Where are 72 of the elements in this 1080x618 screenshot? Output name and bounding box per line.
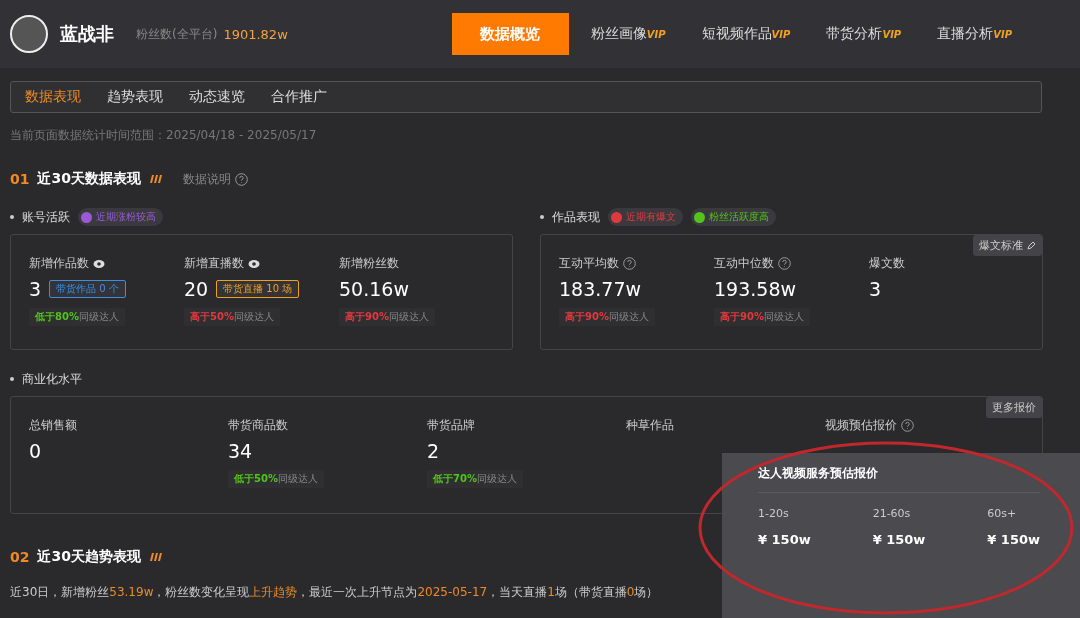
duration-label: 1-20s	[758, 507, 790, 520]
metric-value: 50.16w	[339, 278, 409, 300]
metric-value: 2	[427, 440, 440, 462]
metric-label: 爆文数	[869, 255, 905, 272]
metric-value: 3	[869, 278, 882, 300]
section-title: 近30天数据表现	[37, 170, 141, 188]
metric-label: 新增作品数	[29, 255, 89, 272]
stripes-icon	[148, 174, 163, 184]
metric-label: 新增粉丝数	[339, 255, 399, 272]
metric-value: 34	[228, 440, 253, 462]
status-tag: 近期有爆文	[608, 208, 683, 226]
price-value: ¥ 150w	[872, 532, 926, 547]
status-tag: 粉丝活跃度高	[691, 208, 776, 226]
metric-label: 视频预估报价	[825, 417, 897, 434]
metric-badge: 带货直播 10 场	[216, 280, 300, 298]
sub-tab[interactable]: 数据表现	[25, 88, 81, 106]
stripes-icon	[148, 552, 163, 562]
nav-tab[interactable]: 短视频作品VIP	[683, 13, 809, 55]
more-quotes-button[interactable]: 更多报价	[986, 397, 1042, 418]
comparison-text: 高于90%同级达人	[339, 308, 435, 326]
group-title: 账号活跃	[22, 208, 70, 226]
metric-badge: 带货作品 0 个	[49, 280, 126, 298]
metric-label: 带货商品数	[228, 417, 288, 434]
help-icon[interactable]	[901, 419, 914, 432]
metric-label: 互动中位数	[714, 255, 774, 272]
date-range-text: 当前页面数据统计时间范围：2025/04/18 - 2025/05/17	[10, 127, 318, 144]
metric-label: 总销售额	[29, 417, 77, 434]
metric-label: 互动平均数	[559, 255, 619, 272]
comparison-text: 高于90%同级达人	[714, 308, 810, 326]
metric-value: 193.58w	[714, 278, 797, 300]
eye-icon	[248, 258, 260, 269]
group-title: 作品表现	[552, 208, 600, 226]
standard-button[interactable]: 爆文标准	[973, 235, 1042, 256]
help-icon[interactable]	[778, 257, 791, 270]
help-icon[interactable]	[234, 172, 248, 186]
metric-value: 183.77w	[559, 278, 642, 300]
fans-count: 1901.82w	[223, 26, 288, 42]
price-value: ¥ 150w	[987, 532, 1040, 547]
nav-tab[interactable]: 直播分析VIP	[919, 13, 1030, 55]
nav-tab[interactable]: 粉丝画像VIP	[572, 13, 684, 55]
metric-label: 种草作品	[626, 417, 674, 434]
account-name: 蓝战非	[60, 22, 114, 46]
section-number: 01	[10, 171, 30, 187]
metric-value: 3	[29, 278, 42, 300]
sub-tab[interactable]: 合作推广	[271, 88, 327, 106]
sub-tab[interactable]: 动态速览	[189, 88, 245, 106]
price-value: ¥ 150w	[758, 532, 811, 547]
pencil-icon	[1027, 241, 1036, 250]
eye-icon	[93, 258, 105, 269]
avatar	[10, 15, 48, 53]
nav-tab[interactable]: 带货分析VIP	[808, 13, 920, 55]
section-title: 近30天趋势表现	[37, 548, 141, 566]
metric-value: 20	[184, 278, 209, 300]
metric-label: 带货品牌	[427, 417, 475, 434]
group-title: 商业化水平	[22, 370, 82, 388]
metric-value: 0	[29, 440, 42, 462]
comparison-text: 高于50%同级达人	[184, 308, 280, 326]
duration-label: 21-60s	[872, 507, 912, 520]
sub-tab[interactable]: 趋势表现	[107, 88, 163, 106]
help-link[interactable]: 数据说明	[182, 170, 231, 188]
trend-summary: 近30日，新增粉丝53.19w，粉丝数变化呈现上升趋势，最近一次上升节点为2025-05-17，当天直播1场（带货直播0场）	[10, 584, 659, 601]
status-tag: 近期涨粉较高	[78, 208, 163, 226]
help-icon[interactable]	[623, 257, 636, 270]
comparison-text: 高于90%同级达人	[559, 308, 655, 326]
comparison-text: 低于70%同级达人	[427, 470, 523, 488]
duration-label: 60s+	[987, 507, 1018, 520]
section-number: 02	[10, 549, 30, 565]
fans-label: 粉丝数(全平台)	[136, 25, 218, 43]
comparison-text: 低于50%同级达人	[228, 470, 324, 488]
popup-title: 达人视频服务预估报价	[758, 453, 1040, 493]
metric-label: 新增直播数	[184, 255, 244, 272]
comparison-text: 低于80%同级达人	[29, 308, 125, 326]
